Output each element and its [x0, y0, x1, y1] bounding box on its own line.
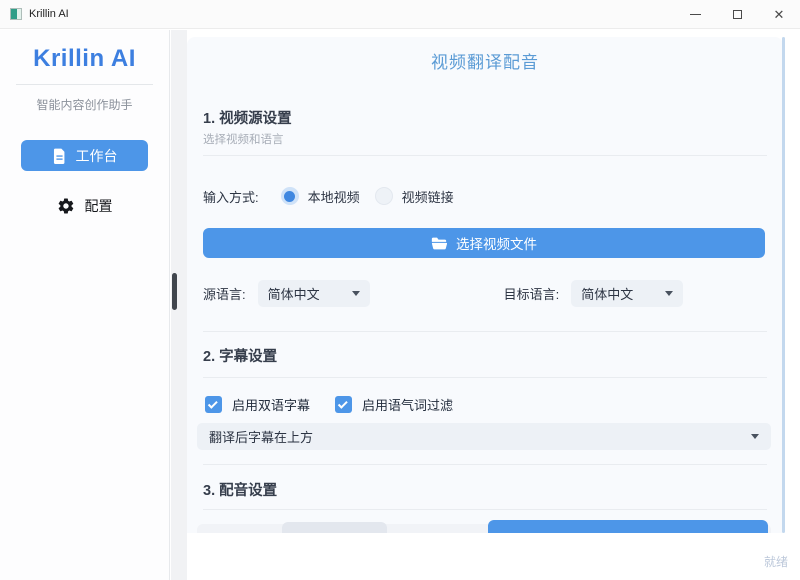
document-icon — [52, 148, 67, 164]
sidebar-resize-handle[interactable] — [172, 273, 177, 310]
input-mode-label: 输入方式: — [203, 187, 259, 206]
section-video-source-subtitle: 选择视频和语言 — [203, 131, 284, 147]
main-content: 视频翻译配音 1. 视频源设置 选择视频和语言 输入方式: 本地视频 视频链接 … — [187, 37, 783, 533]
minimize-button[interactable] — [674, 0, 716, 28]
divider — [203, 331, 767, 332]
source-language-value: 简体中文 — [268, 284, 320, 303]
caret-down-icon — [665, 291, 673, 296]
section-video-source-heading: 1. 视频源设置 — [203, 107, 292, 128]
sidebar: Krillin AI 智能内容创作助手 工作台 配置 — [0, 30, 170, 580]
source-language-label: 源语言: — [203, 284, 246, 303]
input-mode-row: 输入方式: 本地视频 视频链接 — [203, 185, 454, 207]
clipped-secondary-button[interactable] — [282, 522, 387, 533]
checkbox-checked-icon — [205, 396, 222, 413]
radio-video-link[interactable]: 视频链接 — [375, 187, 454, 206]
section-subtitle-settings-heading: 2. 字幕设置 — [203, 345, 277, 366]
language-row: 源语言: 简体中文 目标语言: 简体中文 — [203, 280, 683, 307]
divider — [203, 155, 767, 156]
window-controls: ✕ — [674, 0, 800, 28]
caret-down-icon — [352, 291, 360, 296]
window-title: Krillin AI — [29, 8, 69, 20]
divider — [203, 509, 767, 510]
titlebar: Krillin AI ✕ — [0, 0, 800, 29]
clipped-primary-button[interactable] — [488, 520, 768, 533]
close-icon: ✕ — [774, 8, 785, 21]
subtitle-position-select[interactable]: 翻译后字幕在上方 — [197, 423, 771, 450]
target-language-value: 简体中文 — [581, 284, 633, 303]
sidebar-item-label: 工作台 — [76, 146, 118, 166]
select-video-file-label: 选择视频文件 — [456, 233, 537, 253]
maximize-button[interactable] — [716, 0, 758, 28]
sidebar-item-workbench[interactable]: 工作台 — [21, 140, 148, 171]
select-video-file-button[interactable]: 选择视频文件 — [203, 228, 765, 258]
maximize-icon — [733, 10, 742, 19]
folder-icon — [431, 237, 447, 250]
page-title: 视频翻译配音 — [187, 48, 783, 73]
brand-title: Krillin AI — [0, 45, 169, 73]
section-dubbing-settings-heading: 3. 配音设置 — [203, 479, 277, 500]
radio-unselected-icon — [375, 187, 393, 205]
subtitle-position-value: 翻译后字幕在上方 — [209, 427, 313, 446]
brand-tagline: 智能内容创作助手 — [0, 96, 169, 113]
close-button[interactable]: ✕ — [758, 0, 800, 28]
status-badge: 就绪 — [764, 553, 788, 570]
target-language-label: 目标语言: — [504, 284, 560, 303]
checkbox-checked-icon — [335, 396, 352, 413]
subtitle-options-row: 启用双语字幕 启用语气词过滤 — [205, 395, 453, 413]
brand-divider — [16, 84, 153, 85]
minimize-icon — [690, 14, 701, 15]
scrollbar[interactable] — [782, 37, 785, 533]
sidebar-item-settings[interactable]: 配置 — [0, 196, 169, 216]
source-language-select[interactable]: 简体中文 — [258, 280, 370, 307]
sidebar-item-label: 配置 — [85, 196, 113, 216]
app-icon — [10, 8, 22, 20]
gear-icon — [57, 197, 75, 215]
checkbox-bilingual-subtitles[interactable]: 启用双语字幕 — [205, 395, 310, 414]
divider — [203, 377, 767, 378]
checkbox-filler-word-filter[interactable]: 启用语气词过滤 — [335, 395, 453, 414]
caret-down-icon — [751, 434, 759, 439]
radio-local-video[interactable]: 本地视频 — [281, 187, 360, 206]
radio-selected-icon — [281, 187, 299, 205]
divider — [203, 464, 767, 465]
target-language-select[interactable]: 简体中文 — [571, 280, 683, 307]
